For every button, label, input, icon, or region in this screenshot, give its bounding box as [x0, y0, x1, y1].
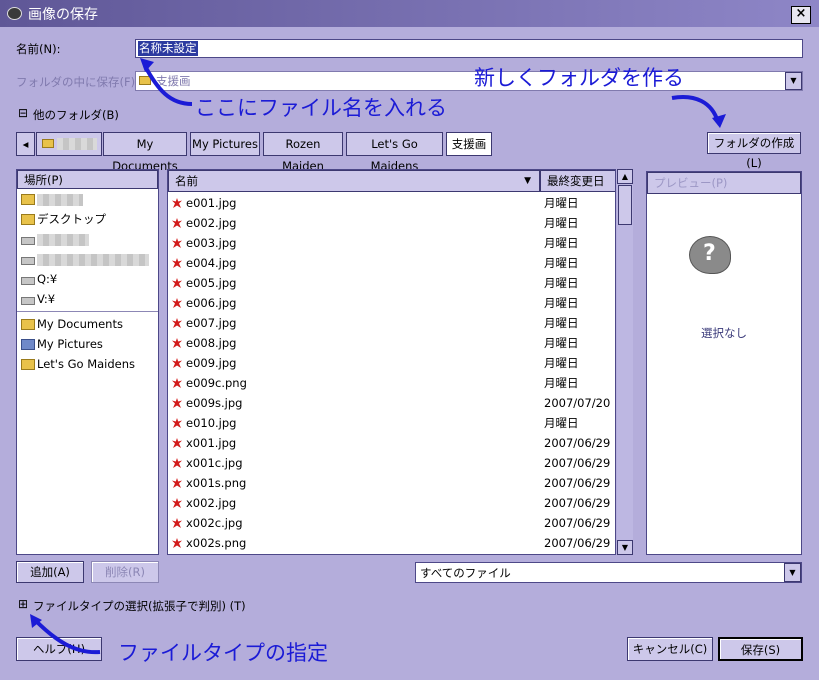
annotation-filename: ここにファイル名を入れる: [195, 96, 447, 120]
annotation-new-folder: 新しくフォルダを作る: [474, 66, 684, 90]
arrow-file-type: [33, 618, 101, 655]
arrow-filename: [143, 65, 193, 106]
arrow-new-folder: [671, 95, 720, 123]
annotation-file-type: ファイルタイプの指定: [118, 641, 328, 665]
